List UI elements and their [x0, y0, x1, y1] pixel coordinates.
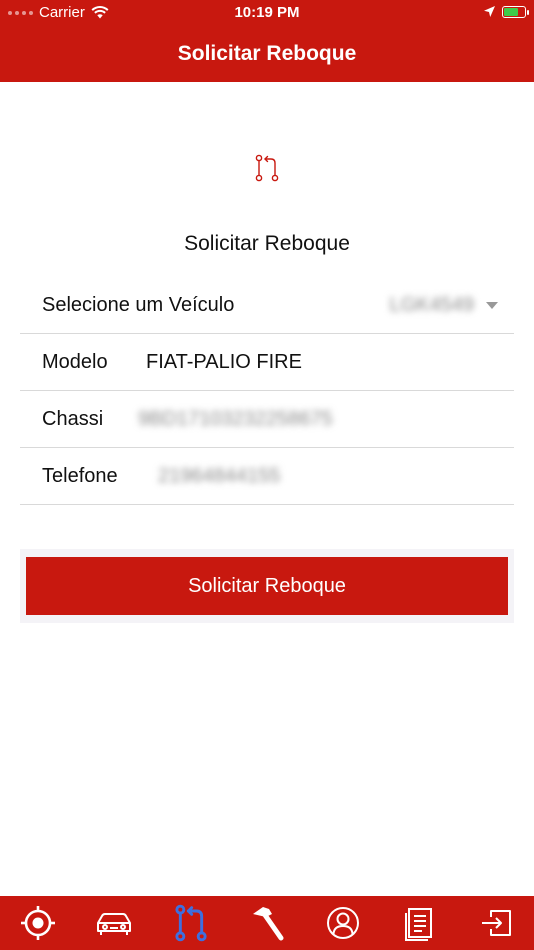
- top-bar: Carrier 10:19 PM Solicitar Reboque: [0, 0, 534, 82]
- section-title: Solicitar Reboque: [184, 232, 350, 255]
- dropdown-arrow-icon[interactable]: [486, 302, 498, 309]
- location-target-icon: [21, 906, 56, 940]
- model-label: Modelo: [42, 351, 108, 373]
- nav-title: Solicitar Reboque: [177, 42, 357, 65]
- chassis-row: Chassi 9BD17103232258675: [20, 391, 514, 448]
- model-row: Modelo FIAT-PALIO FIRE: [20, 334, 514, 391]
- logout-icon: [481, 910, 511, 936]
- tab-bar: [0, 896, 534, 950]
- vehicle-select-row[interactable]: Selecione um Veículo LGK4549: [20, 277, 514, 334]
- user-icon: [327, 907, 360, 939]
- phone-label: Telefone: [42, 465, 118, 487]
- tab-tools[interactable]: [242, 898, 292, 948]
- status-bar: Carrier 10:19 PM: [0, 0, 534, 26]
- hammer-icon: [252, 907, 284, 941]
- tab-documents[interactable]: [395, 898, 445, 948]
- model-value: FIAT-PALIO FIRE: [146, 351, 302, 373]
- tab-profile[interactable]: [318, 898, 368, 948]
- status-time: 10:19 PM: [234, 4, 300, 21]
- request-tow-button[interactable]: Solicitar Reboque: [26, 557, 508, 615]
- battery-icon: [502, 5, 529, 18]
- phone-row: Telefone 21964844155: [20, 448, 514, 505]
- vehicle-select-value[interactable]: LGK4549: [389, 294, 474, 317]
- tab-logout[interactable]: [471, 898, 521, 948]
- tab-tow-request[interactable]: [166, 898, 216, 948]
- location-arrow-icon: [484, 6, 495, 17]
- phone-value: 21964844155: [158, 465, 281, 487]
- tab-location[interactable]: [13, 898, 63, 948]
- chassis-label: Chassi: [42, 408, 104, 430]
- document-icon: [404, 908, 432, 941]
- submit-button-container: Solicitar Reboque: [20, 549, 514, 623]
- chassis-value: 9BD17103232258675: [138, 408, 333, 430]
- tow-request-icon: [255, 154, 279, 182]
- car-icon: [97, 913, 132, 935]
- tab-vehicles[interactable]: [89, 898, 139, 948]
- vehicle-select-label: Selecione um Veículo: [42, 294, 235, 316]
- tow-request-icon: [175, 904, 207, 942]
